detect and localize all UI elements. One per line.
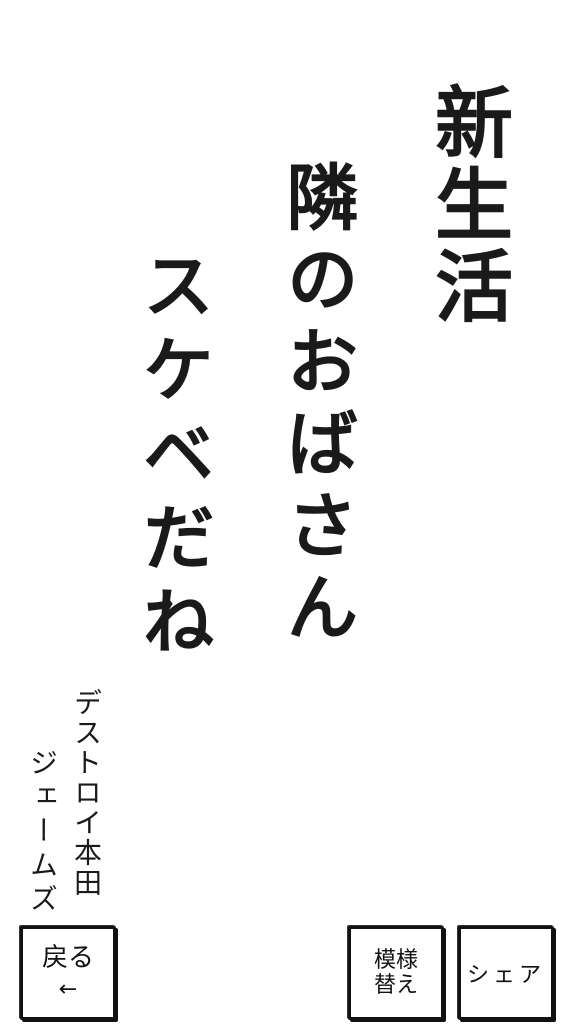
pattern-change-button[interactable]: 模様替え	[348, 926, 444, 1020]
pattern-change-button-label: 模様替え	[373, 947, 418, 998]
arrow-left-icon: ←	[58, 976, 78, 1002]
poem-column-1: 新生活	[422, 82, 513, 328]
back-button-label: 戻る	[41, 943, 94, 974]
share-button[interactable]: シェア	[458, 926, 554, 1020]
poem-column-2: 隣のおばさん	[274, 160, 359, 652]
author-name-line-2: ジェームズ	[26, 748, 59, 918]
back-button[interactable]: 戻る ←	[20, 926, 116, 1020]
share-button-label: シェア	[466, 963, 545, 988]
poem-column-3: スケベだね	[130, 248, 215, 668]
author-name-line-1: デストロイ本田	[70, 688, 103, 898]
